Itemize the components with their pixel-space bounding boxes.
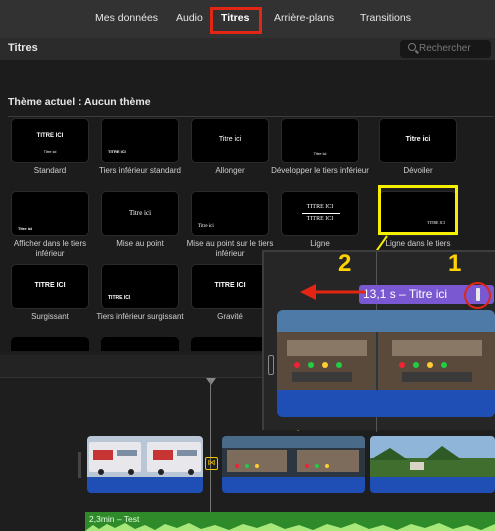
title-thumbnail: Titre ici (191, 118, 269, 163)
playhead-marker[interactable] (206, 378, 216, 385)
titles-tab-highlight (210, 7, 262, 34)
title-thumbnail: Titre ici (101, 191, 179, 236)
title-thumbnail: Titre ici (11, 191, 89, 236)
trim-handle-highlight (464, 282, 491, 309)
title-thumbnail-partial[interactable] (101, 337, 179, 351)
title-thumbnail-partial[interactable] (191, 337, 269, 351)
title-thumbnail: TITRE ICI (101, 118, 179, 163)
thumb-sub-text: Titre ici (43, 149, 57, 154)
thumb-title-text: Titre ici (218, 136, 242, 143)
thumb-title-text: Titre ici (18, 226, 33, 231)
annotation-number-arrow: 2 (338, 250, 352, 277)
theme-divider (8, 116, 494, 117)
search-placeholder: Rechercher (419, 43, 471, 54)
thumb-title-text: Titre ici (198, 224, 214, 229)
music-waveform (85, 523, 495, 531)
title-tile-label: Tiers inférieur standard (99, 166, 181, 175)
title-thumbnail: Titre ici (191, 191, 269, 236)
title-thumbnail: TITRE ICI (101, 264, 179, 309)
title-thumbnail: TITRE ICI TITRE ICI (281, 191, 359, 236)
title-tile-label: Allonger (215, 166, 245, 175)
thumb-line (302, 213, 340, 214)
video-clip-1[interactable] (87, 436, 203, 493)
search-input[interactable]: Rechercher (400, 40, 491, 58)
title-thumbnail-partial[interactable] (11, 337, 89, 351)
video-clip-2-audio (222, 477, 365, 493)
tab-transitions[interactable]: Transitions (360, 12, 411, 24)
thumb-sub-text: TITRE ICI (306, 216, 334, 222)
video-clip-1-thumbnail (87, 436, 203, 477)
thumb-title-text: Titre ici (405, 136, 431, 143)
thumb-title-text: Titre ici (313, 151, 327, 156)
thumb-title-text: TITRE ICI (214, 282, 246, 289)
tab-audio[interactable]: Audio (176, 12, 203, 24)
tab-my-media[interactable]: Mes données (95, 12, 158, 24)
drag-arrow-icon (300, 284, 366, 300)
zoomed-video-clip[interactable] (277, 310, 495, 417)
title-thumbnail: TITRE ICI (191, 264, 269, 309)
thumb-title-text: TITRE ICI (306, 204, 334, 210)
video-clip-1-audio (87, 477, 203, 493)
thumb-title-text: TITRE ICI (108, 149, 126, 154)
title-tile-label: Dévoiler (403, 166, 433, 175)
video-clip-2-thumbnail (222, 436, 365, 477)
title-tile-label: Afficher dans le tiers inférieur (13, 239, 87, 258)
title-tile-label: Développer le tiers inférieur (271, 166, 369, 175)
thumb-title-text: TITRE ICI (36, 133, 64, 139)
playhead[interactable] (210, 380, 211, 531)
transition-icon[interactable]: ⋈ (205, 457, 218, 470)
video-clip-3[interactable] (370, 436, 495, 493)
title-thumbnail: TITRE ICI (11, 264, 89, 309)
title-tile-label: Surgissant (31, 312, 69, 321)
timeline-toolbar (0, 355, 262, 377)
video-clip-3-audio (370, 477, 495, 493)
selected-title-highlight (378, 185, 458, 235)
title-tile-label: Standard (33, 166, 67, 175)
title-tile-label: Tiers inférieur surgissant (96, 312, 184, 321)
title-clip-label: 13,1 s – Titre ici (363, 287, 448, 301)
current-theme-label: Thème actuel : Aucun thème (8, 96, 151, 108)
video-clip-3-thumbnail (370, 436, 495, 477)
thumb-title-text: TITRE ICI (34, 282, 66, 289)
annotation-number-handle: 1 (448, 250, 462, 277)
title-thumbnail: Titre ici (379, 118, 457, 163)
title-thumbnail: Titre ici (281, 118, 359, 163)
title-tile-label: Mise au point (116, 239, 164, 248)
titles-header: Titres Rechercher (0, 38, 495, 60)
thumb-title-text: Titre ici (128, 209, 152, 217)
video-clip-2[interactable] (222, 436, 365, 493)
thumb-title-text: TITRE ICI (108, 295, 131, 301)
title-thumbnail: TITRE ICI Titre ici (11, 118, 89, 163)
titles-header-title: Titres (8, 42, 38, 54)
zoom-clip-edge-handle[interactable] (268, 355, 274, 375)
tab-backgrounds[interactable]: Arrière-plans (274, 12, 334, 24)
search-icon (408, 43, 416, 51)
title-tile-label: Ligne (310, 239, 330, 248)
zoomed-video-thumbnail (277, 310, 495, 417)
clip-edge-handle[interactable] (78, 452, 81, 478)
